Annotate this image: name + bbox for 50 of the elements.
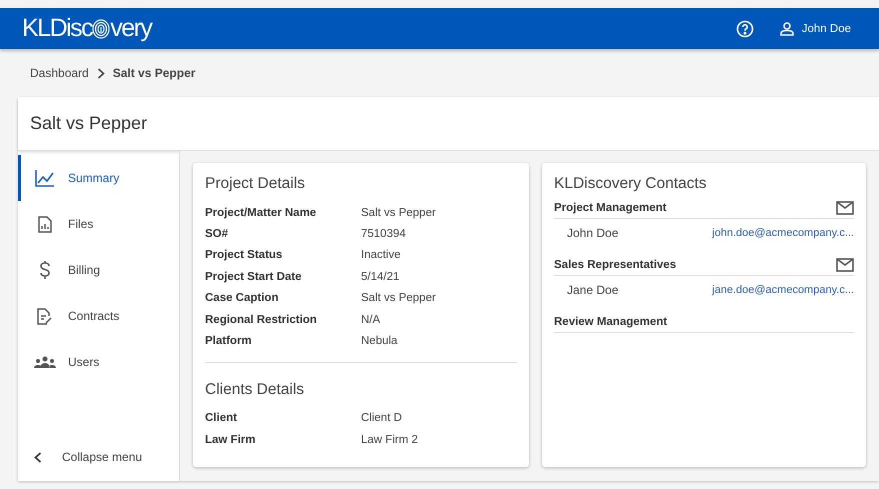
field-value: N/A	[361, 314, 380, 326]
line-chart-icon	[35, 169, 55, 187]
chevron-right-icon	[96, 68, 105, 78]
group-heading: Project Management	[554, 202, 666, 214]
field-value: Law Firm 2	[361, 434, 418, 446]
field-value: 7510394	[361, 228, 406, 240]
field-value: Salt vs Pepper	[361, 206, 436, 219]
field-value: Salt vs Pepper	[361, 292, 436, 304]
collapse-menu-link[interactable]: Collapse menu	[18, 437, 179, 477]
card-title: Clients Details	[205, 380, 306, 399]
sidebar-item[interactable]: Files	[18, 201, 179, 247]
field-label: Platform	[205, 335, 253, 348]
current-page-text: Salt vs Pepper	[112, 66, 196, 80]
person-icon	[780, 22, 794, 36]
field-value: 5/14/21	[361, 270, 400, 283]
sidebar-item[interactable]: Billing	[18, 247, 179, 293]
email-link[interactable]: john.doe@acmecompany.c...	[712, 227, 854, 239]
contact-name: John Doe	[567, 226, 618, 240]
chevron-left-icon	[34, 452, 42, 462]
field-label: SO#	[205, 228, 230, 240]
contact-name: Jane Doe	[567, 283, 618, 297]
field-value: Nebula	[361, 335, 398, 348]
field-value: Inactive	[361, 249, 401, 262]
email-link[interactable]: jane.doe@acmecompany.c...	[712, 284, 854, 296]
sidebar-item[interactable]: Contracts	[18, 293, 179, 339]
dollar-icon	[39, 261, 51, 279]
mail-button[interactable]	[836, 200, 854, 214]
field-value: Client D	[361, 412, 402, 424]
user-menu-button[interactable]: John Doe	[780, 22, 851, 36]
group-heading: Review Management	[554, 316, 668, 328]
field-label: Regional Restriction	[205, 314, 318, 326]
fingerprint-icon	[92, 18, 110, 38]
logo-text: KLDisc	[22, 14, 92, 43]
card-title: Project Details	[205, 175, 306, 193]
field-label: Client	[205, 412, 238, 424]
field-label: Project/Matter Name	[205, 206, 318, 219]
card-title: KLDiscovery Contacts	[554, 175, 708, 193]
sidebar-item[interactable]: Users	[18, 339, 179, 385]
document-edit-icon	[37, 308, 53, 324]
field-label: Law Firm	[205, 434, 256, 446]
file-chart-icon	[38, 216, 52, 232]
users-icon	[34, 355, 56, 369]
breadcrumb-link[interactable]: Dashboard	[30, 66, 89, 80]
field-label: Case Caption	[205, 292, 280, 304]
help-button[interactable]	[736, 20, 754, 38]
field-label: Project Status	[205, 249, 284, 262]
group-heading: Sales Representatives	[554, 258, 676, 270]
mail-button[interactable]	[836, 258, 854, 272]
field-label: Project Start Date	[205, 270, 303, 283]
logo-text: very	[110, 14, 152, 43]
